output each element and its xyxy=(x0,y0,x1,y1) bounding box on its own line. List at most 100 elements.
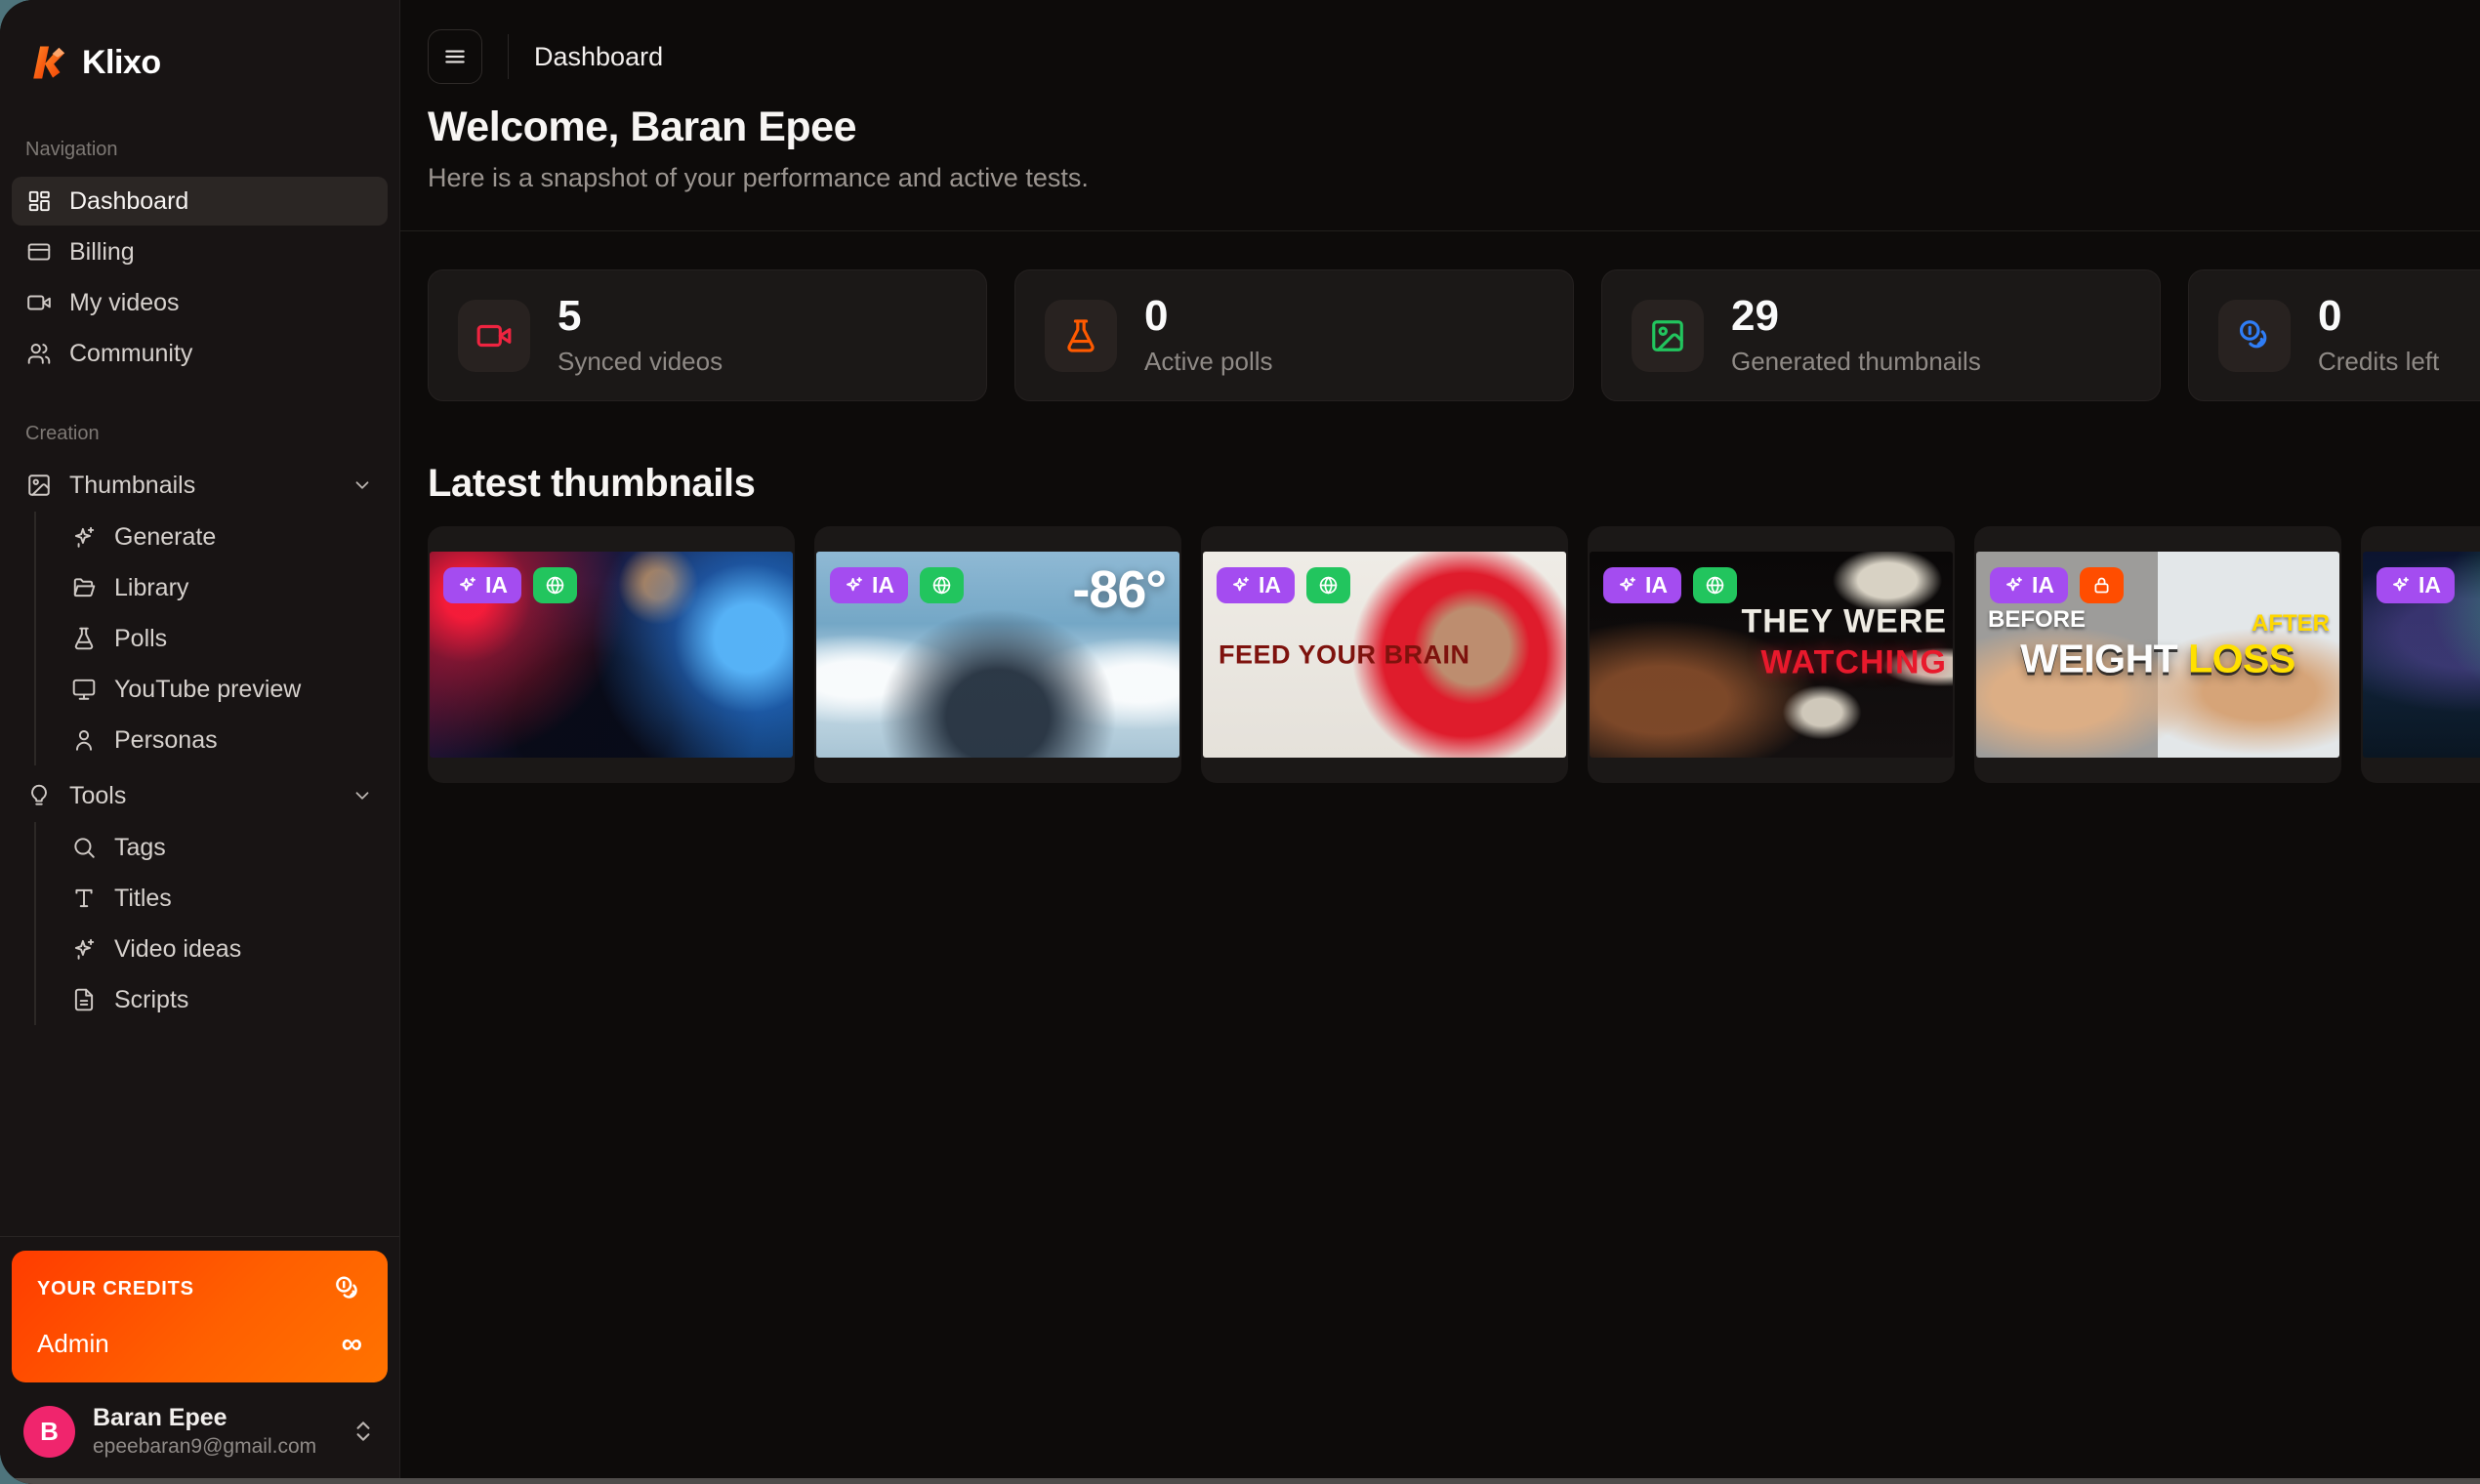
sidebar-item-label: Billing xyxy=(69,238,135,267)
credits-box[interactable]: YOUR CREDITS Admin ∞ xyxy=(12,1251,388,1382)
stat-value: 0 xyxy=(1144,295,1273,338)
sidebar-item-library[interactable]: Library xyxy=(62,562,388,613)
thumbnail-overlay-text: -86° xyxy=(1072,559,1166,620)
ia-badge: IA xyxy=(2377,567,2455,603)
dashboard-icon xyxy=(26,188,52,214)
sidebar-item-generate[interactable]: Generate xyxy=(62,512,388,562)
stat-card-active-polls: 0 Active polls xyxy=(1014,269,1574,401)
sidebar-item-dashboard[interactable]: Dashboard xyxy=(12,177,388,226)
thumbnail-card[interactable]: IA xyxy=(428,526,795,783)
ia-badge: IA xyxy=(443,567,521,603)
credits-plan: Admin xyxy=(37,1329,109,1359)
horizontal-scrollbar[interactable] xyxy=(0,1478,2480,1484)
stat-card-credits-left: 0 Credits left xyxy=(2188,269,2480,401)
globe-badge xyxy=(1693,567,1737,603)
klixo-logo-icon xyxy=(25,41,68,84)
sparkles-icon xyxy=(1230,575,1251,596)
sidebar-item-billing[interactable]: Billing xyxy=(12,227,388,276)
credit-card-icon xyxy=(26,239,52,265)
sidebar-item-youtube-preview[interactable]: YouTube preview xyxy=(62,664,388,715)
search-icon xyxy=(71,835,97,860)
sparkles-icon xyxy=(71,936,97,962)
tools-subnav: Tags Titles Video ideas xyxy=(34,822,388,1025)
creation-section-label: Creation xyxy=(25,423,399,445)
sparkles-icon xyxy=(2390,575,2411,596)
flask-icon xyxy=(1062,317,1099,354)
sidebar-item-polls[interactable]: Polls xyxy=(62,613,388,664)
logo[interactable]: Klixo xyxy=(0,0,399,84)
user-name: Baran Epee xyxy=(93,1404,333,1432)
sidebar-item-community[interactable]: Community xyxy=(12,329,388,378)
sidebar-item-tools[interactable]: Tools xyxy=(12,771,388,820)
image-icon xyxy=(26,473,52,498)
thumbnail-card[interactable]: IA FEED YOUR BRAIN xyxy=(1201,526,1568,783)
thumbnail-image: IA THEY WERE WATCHING xyxy=(1590,552,1953,758)
sidebar-item-tags[interactable]: Tags xyxy=(62,822,388,873)
page-title: Dashboard xyxy=(534,42,663,72)
sidebar-toggle-button[interactable] xyxy=(428,29,482,84)
thumbnail-image: IA xyxy=(430,552,793,758)
latest-thumbnails-heading: Latest thumbnails xyxy=(428,462,2480,505)
topbar: Dashboard xyxy=(428,0,2480,84)
sidebar: Klixo Navigation Dashboard Billing xyxy=(0,0,400,1484)
sidebar-item-label: Tools xyxy=(69,782,126,810)
main-content: Dashboard Welcome, Baran Epee Here is a … xyxy=(400,0,2480,1484)
sparkles-icon xyxy=(1617,575,1637,596)
thumbnail-card[interactable]: IA xyxy=(2361,526,2480,783)
topbar-divider xyxy=(508,34,509,79)
app-window: Klixo Navigation Dashboard Billing xyxy=(0,0,2480,1484)
stat-label: Credits left xyxy=(2318,347,2439,377)
sidebar-item-video-ideas[interactable]: Video ideas xyxy=(62,924,388,974)
thumbnail-card[interactable]: IA BEFORE AFTER WEIGHT LOSS xyxy=(1974,526,2341,783)
coins-icon xyxy=(2236,317,2273,354)
globe-icon xyxy=(931,575,952,596)
thumbnail-card[interactable]: IA THEY WERE WATCHING xyxy=(1588,526,1955,783)
sidebar-item-label: Generate xyxy=(114,523,216,552)
users-icon xyxy=(26,341,52,366)
stat-value: 0 xyxy=(2318,295,2439,338)
globe-badge xyxy=(533,567,577,603)
sidebar-nav: Navigation Dashboard Billing My videos xyxy=(0,84,399,1236)
sidebar-item-thumbnails[interactable]: Thumbnails xyxy=(12,461,388,510)
infinity-icon: ∞ xyxy=(342,1330,362,1359)
thumbnail-overlay-text: THEY WERE xyxy=(1741,600,1947,642)
sidebar-item-label: Video ideas xyxy=(114,935,241,964)
flask-icon xyxy=(71,626,97,651)
chevron-down-icon xyxy=(351,474,373,496)
stat-card-synced-videos: 5 Synced videos xyxy=(428,269,987,401)
file-text-icon xyxy=(71,987,97,1012)
globe-icon xyxy=(1705,575,1725,596)
video-camera-icon xyxy=(26,290,52,315)
stat-label: Generated thumbnails xyxy=(1731,347,1981,377)
sparkles-icon xyxy=(71,524,97,550)
thumbnail-card[interactable]: IA -86° xyxy=(814,526,1181,783)
sidebar-item-label: Dashboard xyxy=(69,187,188,216)
monitor-icon xyxy=(71,677,97,702)
sidebar-item-label: Community xyxy=(69,340,192,368)
sidebar-item-label: Scripts xyxy=(114,986,188,1014)
ia-badge: IA xyxy=(1217,567,1295,603)
user-menu[interactable]: B Baran Epee epeebaran9@gmail.com xyxy=(12,1382,388,1484)
credits-title: YOUR CREDITS xyxy=(37,1278,194,1300)
lightbulb-icon xyxy=(26,783,52,808)
hamburger-icon xyxy=(442,44,468,69)
thumbnail-overlay-text: BEFORE xyxy=(1988,606,2086,634)
thumbnail-image: IA xyxy=(2363,552,2480,758)
sidebar-item-personas[interactable]: Personas xyxy=(62,715,388,765)
stat-label: Synced videos xyxy=(558,347,723,377)
sidebar-item-label: Personas xyxy=(114,726,218,755)
welcome-subtitle: Here is a snapshot of your performance a… xyxy=(428,163,2480,193)
sidebar-item-titles[interactable]: Titles xyxy=(62,873,388,924)
sidebar-item-my-videos[interactable]: My videos xyxy=(12,278,388,327)
chevron-down-icon xyxy=(351,785,373,806)
sparkles-icon xyxy=(457,575,477,596)
video-camera-icon xyxy=(475,317,513,354)
sidebar-item-label: Titles xyxy=(114,885,172,913)
stat-value: 29 xyxy=(1731,295,1981,338)
thumbnail-overlay-text: WATCHING xyxy=(1741,642,1947,684)
logo-text: Klixo xyxy=(82,44,161,82)
sidebar-item-scripts[interactable]: Scripts xyxy=(62,974,388,1025)
thumbnail-image: IA BEFORE AFTER WEIGHT LOSS xyxy=(1976,552,2339,758)
globe-icon xyxy=(1318,575,1339,596)
lock-badge xyxy=(2080,567,2124,603)
